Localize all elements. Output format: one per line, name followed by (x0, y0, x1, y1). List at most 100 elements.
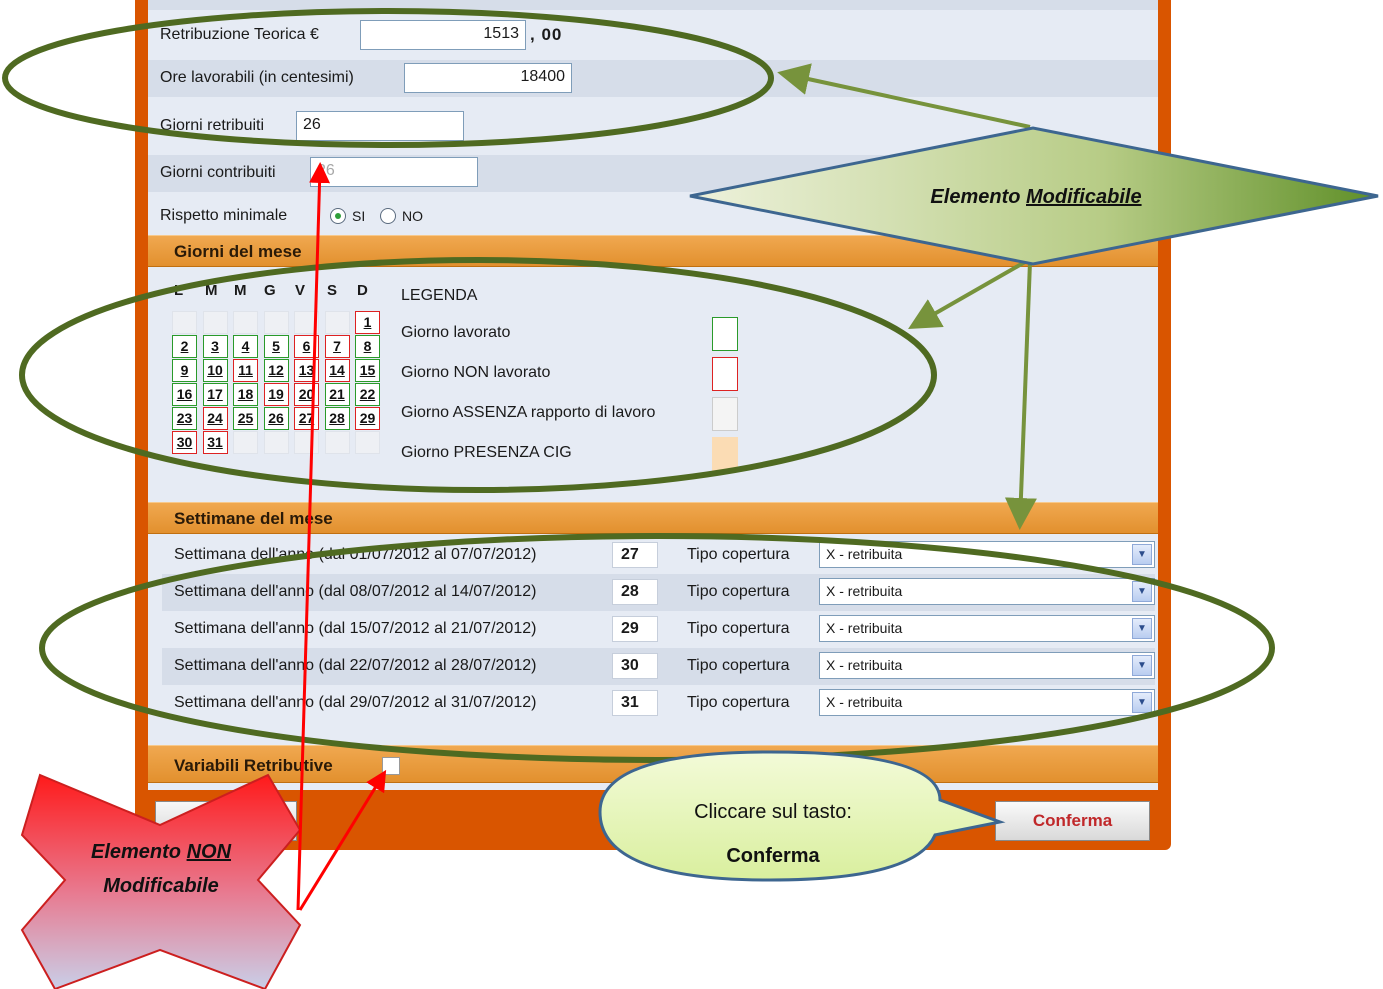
rispetto-si-label: SI (352, 208, 366, 224)
calendar-day[interactable]: 12 (263, 359, 289, 382)
legend-label: Giorno NON lavorato (401, 364, 551, 381)
tipo-copertura-value: X - retribuita (826, 657, 903, 673)
week-number: 27 (612, 542, 658, 568)
calendar-day[interactable]: 4 (233, 335, 258, 358)
chevron-down-icon[interactable]: ▼ (1132, 692, 1152, 713)
calendar-day[interactable]: 15 (355, 359, 380, 382)
calendar-day[interactable]: 5 (263, 335, 289, 358)
weekday-header: M (205, 282, 218, 299)
giorni-contribuiti-input: 26 (310, 157, 478, 187)
rispetto-label: Rispetto minimale (160, 207, 288, 224)
calendar-day[interactable]: 24 (202, 407, 228, 430)
tipo-copertura-select[interactable]: X - retribuita ▼ (819, 689, 1155, 716)
legend-swatch (712, 437, 738, 471)
giorni-retribuiti-label: Giorni retribuiti (160, 117, 265, 134)
rispetto-si-radio[interactable] (330, 208, 346, 224)
giorni-section-title: Giorni del mese (174, 242, 302, 261)
giorni-retribuiti-input[interactable]: 26 (296, 111, 464, 141)
week-number: 31 (612, 690, 658, 716)
weekday-header: M (234, 282, 247, 299)
legend-swatch (712, 357, 738, 391)
calendar-day[interactable]: 11 (233, 359, 258, 382)
tipo-copertura-value: X - retribuita (826, 546, 903, 562)
ore-row: Ore lavorabili (in centesimi) 18400 (148, 60, 1158, 97)
calendar-day[interactable]: 1 (355, 311, 380, 334)
calendar-day[interactable]: 22 (355, 383, 380, 406)
back-button[interactable] (155, 801, 297, 841)
confirm-button[interactable]: Conferma (995, 801, 1150, 841)
calendar-day[interactable]: 9 (172, 359, 197, 382)
ore-input[interactable]: 18400 (404, 63, 572, 93)
week-number: 29 (612, 616, 658, 642)
calendar-day[interactable]: 10 (202, 359, 228, 382)
weekday-header: S (327, 282, 338, 299)
calendar-day-empty (263, 311, 289, 334)
retribuzione-row: Retribuzione Teorica € 1513 , 00 (148, 17, 1158, 54)
tipo-copertura-value: X - retribuita (826, 694, 903, 710)
calendar-day-empty (263, 431, 289, 454)
tipo-copertura-label: Tipo copertura (687, 620, 790, 637)
calendar-day[interactable]: 13 (294, 359, 319, 382)
variabili-checkbox[interactable] (382, 757, 400, 775)
week-row: Settimana dell'anno (dal 08/07/2012 al 1… (162, 574, 1155, 611)
giorni-section-header[interactable]: Giorni del mese (148, 235, 1158, 267)
weekday-header: G (264, 282, 276, 299)
variabili-section-title: Variabili Retributive (174, 756, 333, 775)
settimane-section-header[interactable]: Settimane del mese (148, 502, 1158, 534)
calendar-day[interactable]: 26 (263, 407, 289, 430)
calendar-day[interactable]: 21 (324, 383, 350, 406)
calendar-day[interactable]: 8 (355, 335, 380, 358)
chevron-down-icon[interactable]: ▼ (1132, 655, 1152, 676)
calendar-day[interactable]: 31 (202, 431, 228, 454)
calendar-day[interactable]: 17 (202, 383, 228, 406)
chevron-down-icon[interactable]: ▼ (1132, 618, 1152, 639)
week-number: 28 (612, 579, 658, 605)
calendar-day[interactable]: 14 (324, 359, 350, 382)
week-row: Settimana dell'anno (dal 29/07/2012 al 3… (162, 685, 1155, 722)
tipo-copertura-select[interactable]: X - retribuita ▼ (819, 615, 1155, 642)
calendar-day-empty (355, 431, 380, 454)
chevron-down-icon[interactable]: ▼ (1132, 581, 1152, 602)
week-label: Settimana dell'anno (dal 08/07/2012 al 1… (174, 583, 537, 600)
tipo-copertura-select[interactable]: X - retribuita ▼ (819, 652, 1155, 679)
tipo-copertura-label: Tipo copertura (687, 546, 790, 563)
week-label: Settimana dell'anno (dal 01/07/2012 al 0… (174, 546, 537, 563)
calendar-day[interactable]: 2 (172, 335, 197, 358)
calendar-day[interactable]: 18 (233, 383, 258, 406)
calendar-day[interactable]: 19 (263, 383, 289, 406)
calendar-day[interactable]: 20 (294, 383, 319, 406)
calendar-day[interactable]: 3 (202, 335, 228, 358)
calendar-day[interactable]: 16 (172, 383, 197, 406)
calendar-day-empty (202, 311, 228, 334)
week-label: Settimana dell'anno (dal 15/07/2012 al 2… (174, 620, 537, 637)
tipo-copertura-select[interactable]: X - retribuita ▼ (819, 578, 1155, 605)
retribuzione-label: Retribuzione Teorica € (160, 26, 319, 43)
retribuzione-cents: , 00 (530, 25, 563, 44)
weekday-header: L (174, 282, 184, 299)
calendar-day[interactable]: 23 (172, 407, 197, 430)
form-row-top (148, 0, 1158, 10)
calendar-day[interactable]: 7 (324, 335, 350, 358)
retribuzione-input[interactable]: 1513 (360, 20, 526, 50)
variabili-section-header[interactable]: Variabili Retributive (148, 745, 1158, 783)
chevron-down-icon[interactable]: ▼ (1132, 544, 1152, 565)
tipo-copertura-value: X - retribuita (826, 583, 903, 599)
legend-label: Giorno lavorato (401, 324, 511, 341)
week-row: Settimana dell'anno (dal 01/07/2012 al 0… (162, 537, 1155, 574)
weekday-header: D (357, 282, 368, 299)
calendar-day-empty (233, 431, 258, 454)
calendar-day[interactable]: 27 (294, 407, 319, 430)
legend-label: Giorno PRESENZA CIG (401, 444, 572, 461)
calendar-day[interactable]: 25 (233, 407, 258, 430)
week-label: Settimana dell'anno (dal 29/07/2012 al 3… (174, 694, 537, 711)
week-row: Settimana dell'anno (dal 22/07/2012 al 2… (162, 648, 1155, 685)
tipo-copertura-label: Tipo copertura (687, 694, 790, 711)
rispetto-no-radio[interactable] (380, 208, 396, 224)
calendar-day[interactable]: 29 (355, 407, 380, 430)
tipo-copertura-select[interactable]: X - retribuita ▼ (819, 541, 1155, 568)
calendar-day[interactable]: 28 (324, 407, 350, 430)
calendar-day-empty (294, 431, 319, 454)
giorni-contribuiti-row: Giorni contribuiti 26 (148, 155, 1158, 192)
calendar-day[interactable]: 30 (172, 431, 197, 454)
calendar-day[interactable]: 6 (294, 335, 319, 358)
